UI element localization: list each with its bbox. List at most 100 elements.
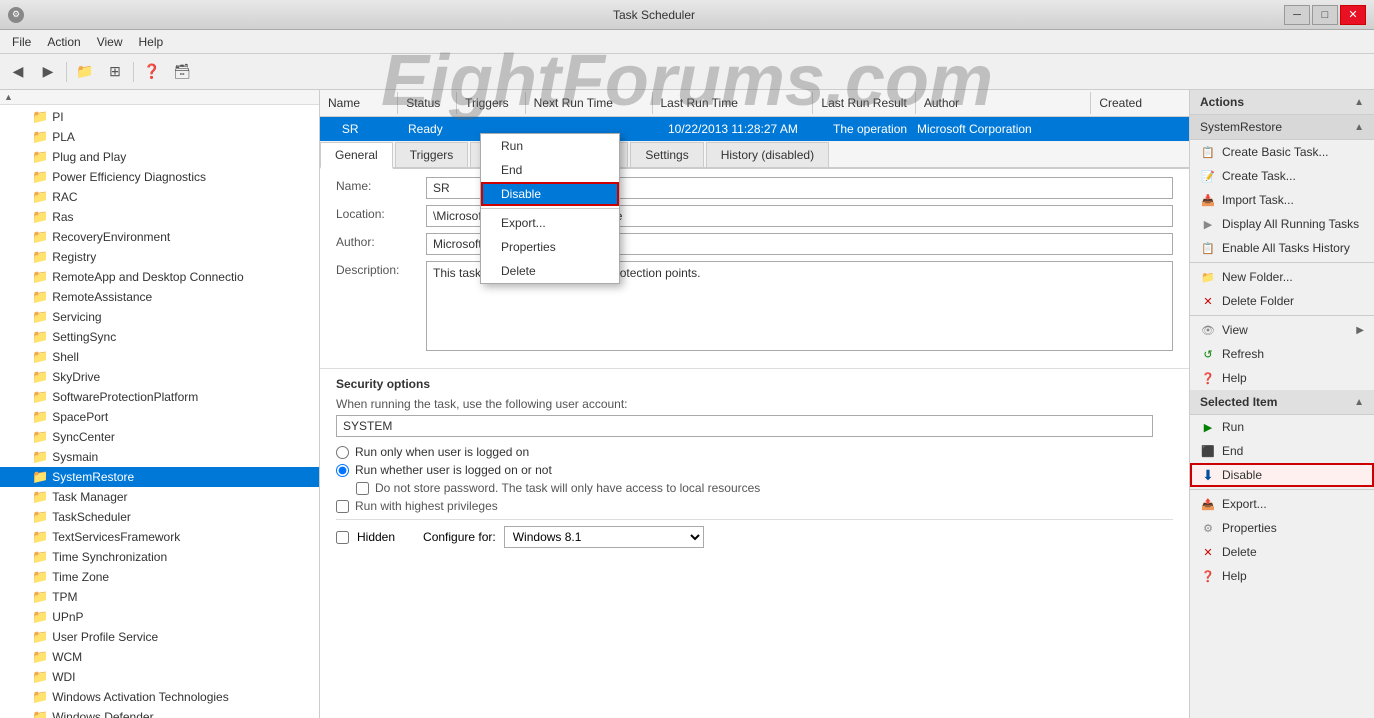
sidebar-item-remoteapp[interactable]: 📁 RemoteApp and Desktop Connectio: [0, 267, 319, 287]
context-disable[interactable]: Disable: [481, 182, 619, 206]
context-export[interactable]: Export...: [481, 211, 619, 235]
toolbar-forward[interactable]: ▶: [34, 58, 62, 86]
sidebar-item-label: Time Zone: [52, 570, 109, 584]
action-label: End: [1222, 444, 1243, 458]
maximize-button[interactable]: □: [1312, 5, 1338, 25]
context-run[interactable]: Run: [481, 134, 619, 158]
col-triggers[interactable]: Triggers: [457, 92, 526, 114]
context-end[interactable]: End: [481, 158, 619, 182]
sidebar-item-pi[interactable]: 📁 PI: [0, 107, 319, 127]
selected-action-help[interactable]: ❓ Help: [1190, 564, 1374, 588]
detail-panel: General Triggers Actions Conditions Sett…: [320, 142, 1189, 718]
toolbar-back[interactable]: ◀: [4, 58, 32, 86]
action-enable-history[interactable]: 📋 Enable All Tasks History: [1190, 236, 1374, 260]
selected-action-end[interactable]: ⬛ End: [1190, 439, 1374, 463]
tab-general[interactable]: General: [320, 142, 393, 169]
toolbar-list[interactable]: 🗃: [168, 58, 196, 86]
action-create-basic[interactable]: 📋 Create Basic Task...: [1190, 140, 1374, 164]
action-label: Properties: [1222, 521, 1277, 535]
sidebar-item-skydrive[interactable]: 📁 SkyDrive: [0, 367, 319, 387]
selected-action-properties[interactable]: ⚙ Properties: [1190, 516, 1374, 540]
sidebar-item-textservices[interactable]: 📁 TextServicesFramework: [0, 527, 319, 547]
selected-action-run[interactable]: ▶ Run: [1190, 415, 1374, 439]
tab-triggers[interactable]: Triggers: [395, 142, 469, 167]
sidebar-item-sysmain[interactable]: ⇒ 📁 Sysmain: [0, 447, 319, 467]
sidebar-item-spaceport[interactable]: 📁 SpacePort: [0, 407, 319, 427]
sidebar-item-windefender[interactable]: 📁 Windows Defender: [0, 707, 319, 718]
sidebar-item-synccenter[interactable]: 📁 SyncCenter: [0, 427, 319, 447]
sidebar-item-systemrestore[interactable]: ⇒ 📁 SystemRestore: [0, 467, 319, 487]
toolbar-folder[interactable]: 📁: [71, 58, 99, 86]
action-help-1[interactable]: ❓ Help: [1190, 366, 1374, 390]
action-label: New Folder...: [1222, 270, 1293, 284]
col-result[interactable]: Last Run Result: [813, 92, 915, 114]
col-author[interactable]: Author: [916, 92, 1092, 114]
selected-collapse[interactable]: ▲: [1354, 397, 1364, 408]
sidebar-item-label: TaskScheduler: [52, 510, 131, 524]
action-view[interactable]: 👁 View ▶: [1190, 318, 1374, 342]
radio-logon-only[interactable]: [336, 446, 349, 459]
sidebar-item-label: WCM: [52, 650, 82, 664]
sidebar-item-userprofile[interactable]: 📁 User Profile Service: [0, 627, 319, 647]
action-new-folder[interactable]: 📁 New Folder...: [1190, 265, 1374, 289]
sidebar-item-remoteassistance[interactable]: 📁 RemoteAssistance: [0, 287, 319, 307]
sidebar-item-upnp[interactable]: 📁 UPnP: [0, 607, 319, 627]
col-nextrun[interactable]: Next Run Time: [526, 92, 653, 114]
sidebar-item-timesync[interactable]: 📁 Time Synchronization: [0, 547, 319, 567]
action-delete-folder[interactable]: ✕ Delete Folder: [1190, 289, 1374, 313]
sidebar-item-shell[interactable]: 📁 Shell: [0, 347, 319, 367]
selected-action-export[interactable]: 📤 Export...: [1190, 492, 1374, 516]
minimize-button[interactable]: ─: [1284, 5, 1310, 25]
subsection-collapse[interactable]: ▲: [1354, 122, 1364, 133]
context-properties[interactable]: Properties: [481, 235, 619, 259]
radio-whether-logon[interactable]: [336, 464, 349, 477]
menu-view[interactable]: View: [89, 33, 131, 51]
collapse-arrow[interactable]: ▲: [1354, 97, 1364, 108]
close-button[interactable]: ✕: [1340, 5, 1366, 25]
sidebar-item-tpm[interactable]: 📁 TPM: [0, 587, 319, 607]
sidebar-item-timezone[interactable]: 📁 Time Zone: [0, 567, 319, 587]
col-lastrun[interactable]: Last Run Time: [653, 92, 814, 114]
sidebar-item-ras[interactable]: 📁 Ras: [0, 207, 319, 227]
menu-help[interactable]: Help: [131, 33, 172, 51]
sidebar-item-taskmanager[interactable]: 📁 Task Manager: [0, 487, 319, 507]
selected-action-disable[interactable]: ⬇ Disable: [1190, 463, 1374, 487]
sidebar-item-wdi[interactable]: 📁 WDI: [0, 667, 319, 687]
col-status[interactable]: Status: [398, 92, 457, 114]
context-delete[interactable]: Delete: [481, 259, 619, 283]
sidebar-item-softwareprotection[interactable]: 📁 SoftwareProtectionPlatform: [0, 387, 319, 407]
checkbox-highest-priv[interactable]: [336, 500, 349, 513]
action-display-running[interactable]: ▶ Display All Running Tasks: [1190, 212, 1374, 236]
checkbox-no-password[interactable]: [356, 482, 369, 495]
sidebar[interactable]: ▲ 📁 PI 📁 PLA 📁 Plug and Play 📁 P: [0, 90, 320, 718]
tab-settings[interactable]: Settings: [630, 142, 703, 167]
sidebar-item-label: RemoteAssistance: [52, 290, 152, 304]
checkbox-hidden[interactable]: [336, 531, 349, 544]
sidebar-item-settingsync[interactable]: 📁 SettingSync: [0, 327, 319, 347]
sidebar-item-rac[interactable]: 📁 RAC: [0, 187, 319, 207]
action-create-task[interactable]: 📝 Create Task...: [1190, 164, 1374, 188]
task-list-header: Name Status Triggers Next Run Time Last …: [320, 90, 1189, 117]
sidebar-item-winactivation[interactable]: 📁 Windows Activation Technologies: [0, 687, 319, 707]
sidebar-item-power[interactable]: 📁 Power Efficiency Diagnostics: [0, 167, 319, 187]
account-input[interactable]: [336, 415, 1153, 437]
sidebar-item-registry[interactable]: 📁 Registry: [0, 247, 319, 267]
action-import-task[interactable]: 📥 Import Task...: [1190, 188, 1374, 212]
menu-file[interactable]: File: [4, 33, 39, 51]
toolbar-grid[interactable]: ⊞: [101, 58, 129, 86]
sidebar-item-plugandplay[interactable]: 📁 Plug and Play: [0, 147, 319, 167]
sidebar-item-taskscheduler[interactable]: 📁 TaskScheduler: [0, 507, 319, 527]
sidebar-item-wcm[interactable]: 📁 WCM: [0, 647, 319, 667]
toolbar-help[interactable]: ❓: [138, 58, 166, 86]
task-row[interactable]: ► SR Ready 10/22/2013 11:28:27 AM The op…: [320, 117, 1189, 142]
sidebar-item-servicing[interactable]: 📁 Servicing: [0, 307, 319, 327]
action-refresh[interactable]: ↺ Refresh: [1190, 342, 1374, 366]
tab-history[interactable]: History (disabled): [706, 142, 829, 167]
col-created[interactable]: Created: [1091, 92, 1189, 114]
menu-action[interactable]: Action: [39, 33, 88, 51]
configure-select[interactable]: Windows 8.1: [504, 526, 704, 548]
sidebar-item-pla[interactable]: 📁 PLA: [0, 127, 319, 147]
sidebar-item-recovery[interactable]: 📁 RecoveryEnvironment: [0, 227, 319, 247]
selected-action-delete[interactable]: ✕ Delete: [1190, 540, 1374, 564]
col-name[interactable]: Name: [320, 92, 398, 114]
